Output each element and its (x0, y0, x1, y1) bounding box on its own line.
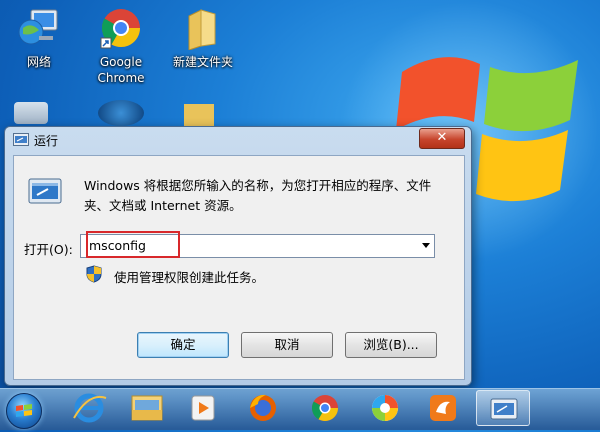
run-dialog-body: Windows 将根据您所输入的名称，为您打开相应的程序、文件夹、文档或 Int… (13, 155, 465, 380)
desktop-icon-label: 新建文件夹 (172, 55, 233, 69)
taskbar-media-player[interactable] (176, 390, 230, 426)
recycle-bin-icon[interactable] (14, 102, 48, 124)
shield-icon (86, 265, 102, 283)
app-icon-partial[interactable] (98, 100, 144, 126)
run-icon (13, 133, 29, 146)
network-icon (17, 6, 61, 50)
chrome-icon (311, 395, 339, 422)
desktop-icon-chrome[interactable]: Google Chrome (90, 6, 152, 86)
dialog-title: 运行 (34, 134, 59, 148)
close-icon: ✕ (436, 130, 448, 145)
chevron-down-icon[interactable] (422, 243, 430, 248)
open-label: 打开(O): (24, 242, 73, 257)
windows-flag-icon (16, 404, 32, 417)
folder-icon[interactable] (184, 104, 214, 126)
firefox-icon (250, 394, 276, 421)
ok-button[interactable]: 确定 (137, 332, 229, 358)
run-icon (490, 398, 518, 420)
colorful-ball-icon (372, 395, 398, 421)
desktop-icon-label: 网络 (26, 55, 51, 69)
run-dialog: 运行 ✕ Windows 将根据您所输入的名称，为您打开相应的程序、文件夹、文档… (4, 126, 472, 386)
taskbar-uc-browser[interactable] (416, 390, 470, 426)
cancel-button[interactable]: 取消 (241, 332, 333, 358)
media-player-icon (191, 395, 215, 421)
taskbar-browser-ball[interactable] (358, 390, 412, 426)
taskbar-chrome[interactable] (298, 390, 352, 426)
taskbar-internet-explorer[interactable] (62, 390, 116, 426)
start-button[interactable] (6, 393, 42, 429)
run-dialog-titlebar[interactable]: 运行 ✕ (5, 127, 471, 153)
desktop-icon-network[interactable]: 网络 (8, 6, 70, 70)
highlight-annotation (86, 231, 180, 258)
uc-browser-icon (430, 395, 456, 421)
dialog-description: Windows 将根据您所输入的名称，为您打开相应的程序、文件夹、文档或 Int… (84, 178, 432, 213)
desktop-icon-label: Google Chrome (97, 55, 145, 85)
internet-explorer-icon (73, 393, 107, 423)
taskbar-file-explorer[interactable] (120, 390, 174, 426)
browse-button[interactable]: 浏览(B)... (345, 332, 437, 358)
chrome-icon (99, 6, 143, 50)
run-program-icon (28, 178, 62, 204)
folder-icon (131, 395, 163, 421)
desktop-icon-new-folder[interactable]: 新建文件夹 (172, 6, 234, 70)
taskbar-firefox[interactable] (236, 390, 290, 426)
close-button[interactable]: ✕ (419, 128, 465, 149)
taskbar-run-window[interactable] (476, 390, 530, 426)
admin-note-text: 使用管理权限创建此任务。 (114, 270, 265, 285)
folder-icon (181, 6, 225, 51)
